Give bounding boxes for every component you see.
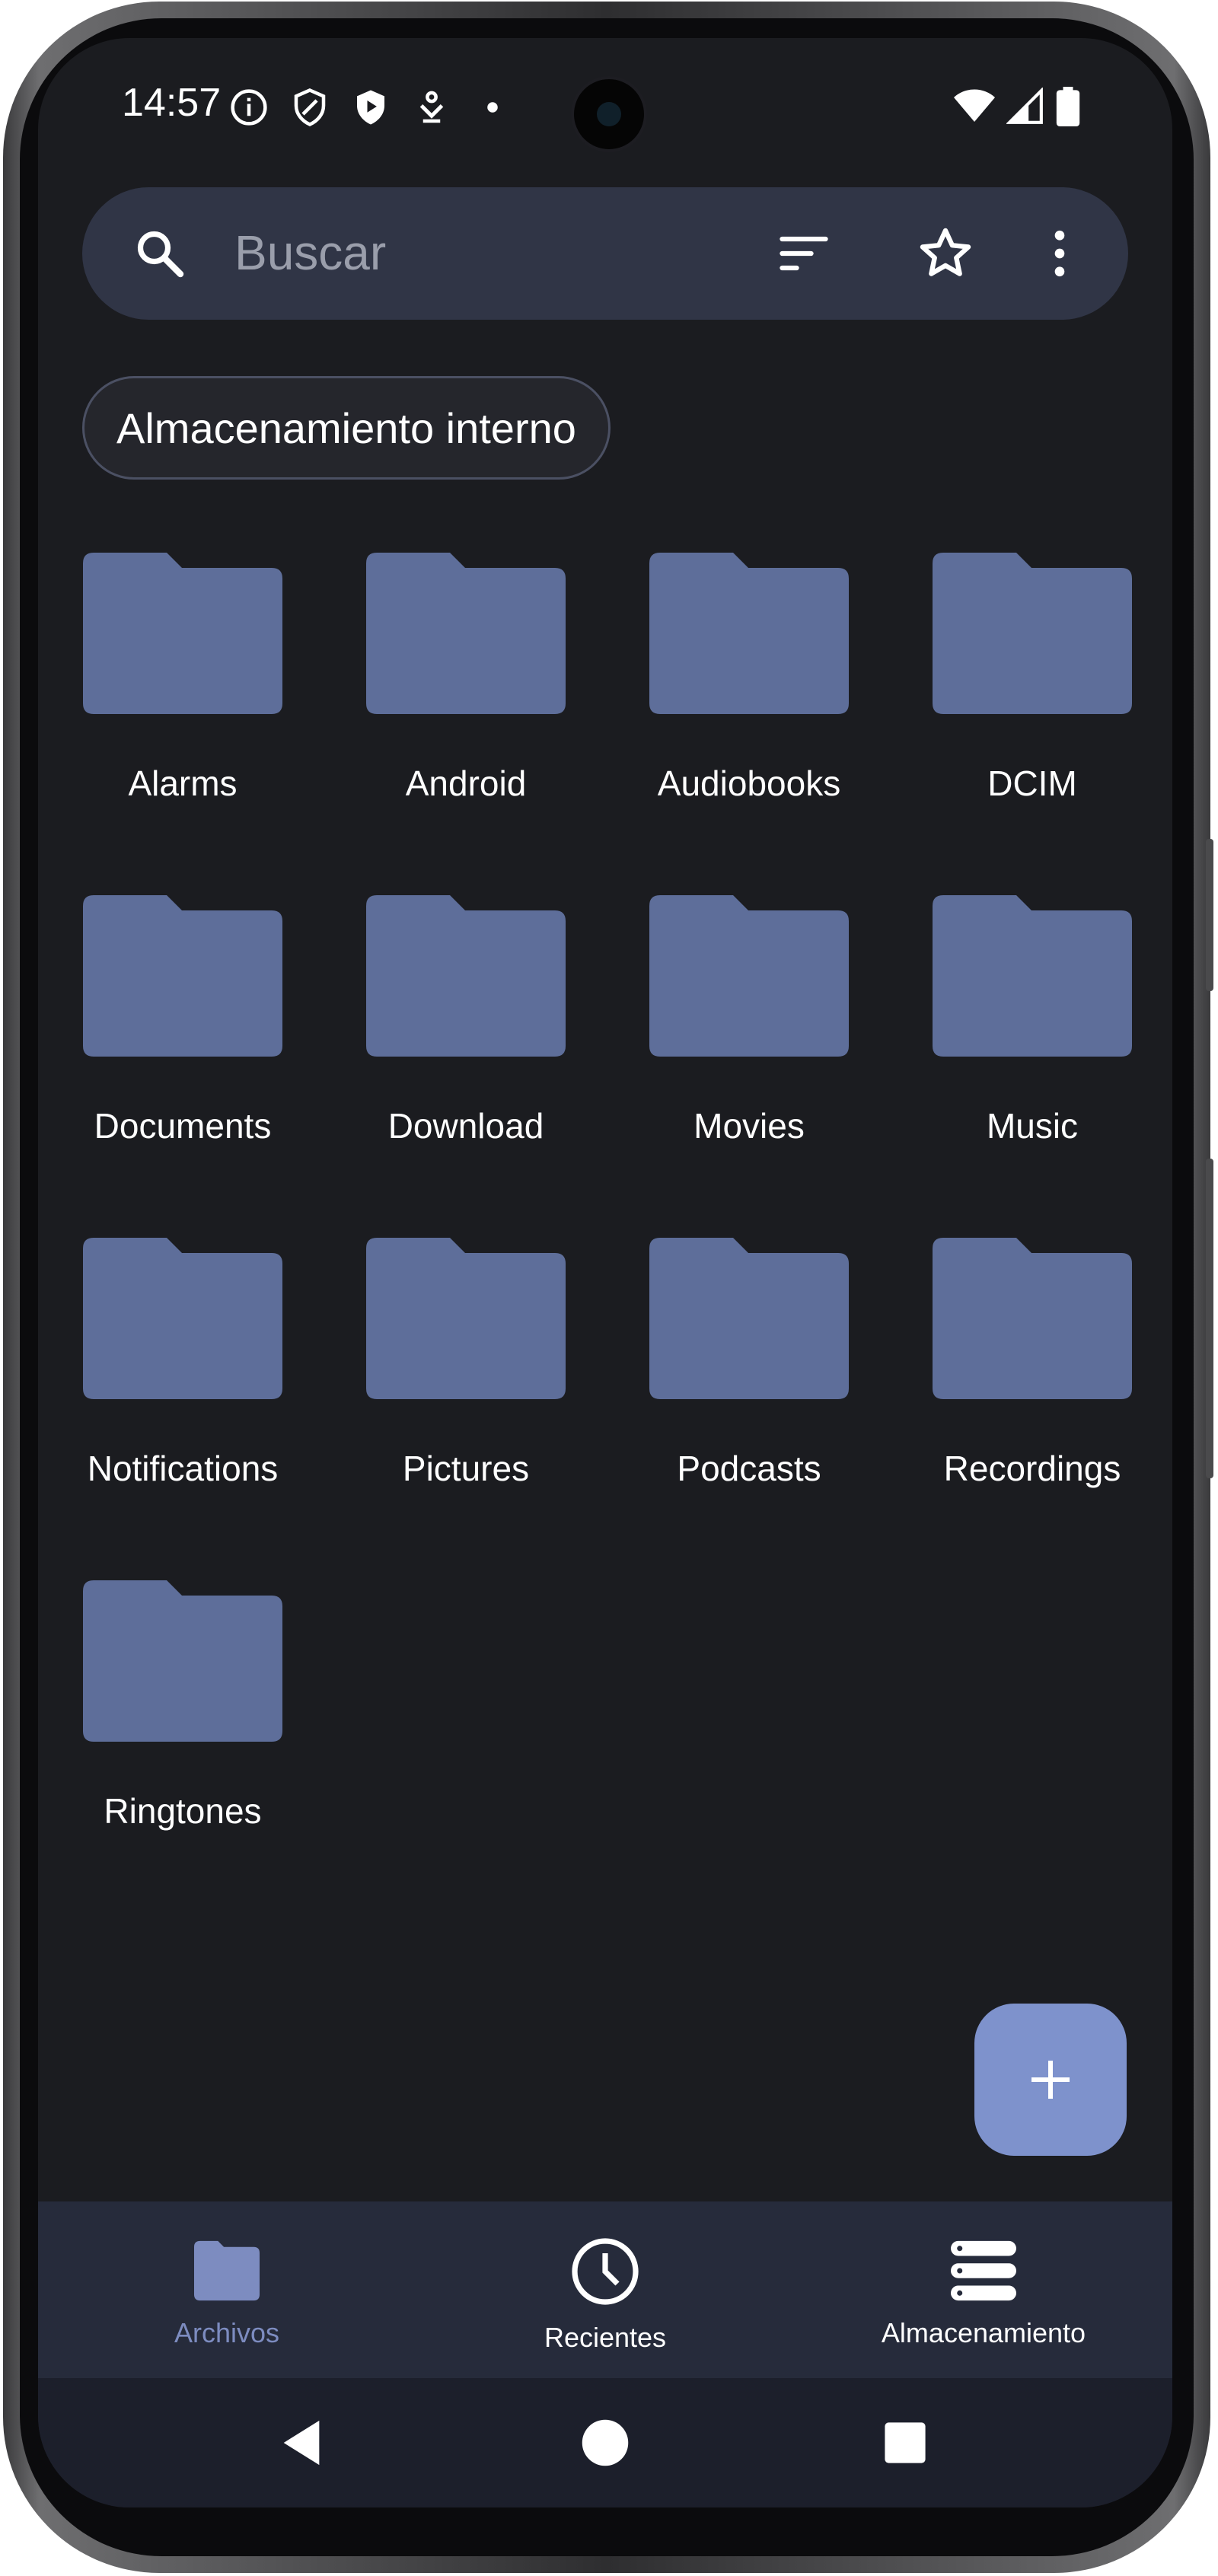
folder-label: Pictures [402, 1449, 530, 1488]
location-chip[interactable]: Almacenamiento interno [82, 376, 611, 480]
folder-icon [649, 1238, 849, 1399]
download-icon [419, 91, 444, 123]
folder-item[interactable]: Alarms [69, 553, 297, 857]
folder-icon [933, 1238, 1132, 1399]
folder-icon [83, 1580, 282, 1742]
more-icon[interactable] [1031, 225, 1089, 282]
signal-icon [1006, 88, 1043, 124]
back-icon[interactable] [275, 2416, 328, 2469]
folder-icon [933, 553, 1132, 714]
folder-label: Download [387, 1106, 544, 1146]
folder-item[interactable]: Podcasts [635, 1238, 863, 1542]
folder-label: Podcasts [677, 1449, 821, 1488]
play-shield-icon [357, 90, 384, 125]
folder-item[interactable]: Ringtones [69, 1580, 297, 1885]
folder-label: Ringtones [104, 1791, 262, 1831]
storage-icon [951, 2240, 1016, 2301]
home-icon[interactable] [580, 2418, 630, 2468]
folder-item[interactable]: Music [918, 895, 1146, 1200]
search-icon[interactable] [132, 226, 187, 281]
folder-icon [649, 553, 849, 714]
wifi-icon [954, 89, 995, 122]
folder-icon [83, 895, 282, 1057]
folder-icon [649, 895, 849, 1057]
folder-item[interactable]: Documents [69, 895, 297, 1200]
folder-label: Alarms [128, 764, 238, 803]
folder-item[interactable]: Android [352, 553, 580, 857]
folder-icon [933, 895, 1132, 1057]
clock-icon [572, 2238, 639, 2305]
folder-icon [366, 553, 566, 714]
recents-icon[interactable] [883, 2421, 927, 2465]
volume-button [1206, 839, 1213, 991]
folder-label: DCIM [987, 764, 1077, 803]
folder-label: Audiobooks [657, 764, 841, 803]
folder-label: Android [405, 764, 527, 803]
folder-label: Documents [94, 1106, 272, 1146]
sort-icon[interactable] [775, 225, 833, 282]
folder-item[interactable]: Pictures [352, 1238, 580, 1542]
folder-icon [366, 895, 566, 1057]
dot-icon [487, 102, 498, 113]
status-icons [228, 87, 513, 128]
folder-icon [83, 1238, 282, 1399]
folder-label: Movies [693, 1106, 805, 1146]
info-icon [231, 89, 267, 126]
bottom-navigation: Archivos Recientes Almacenamiento [38, 2201, 1172, 2378]
shield-icon [294, 88, 326, 126]
folder-icon [83, 553, 282, 714]
folder-item[interactable]: Movies [635, 895, 863, 1200]
front-camera [571, 76, 647, 152]
folder-label: Music [986, 1106, 1079, 1146]
search-input[interactable] [234, 216, 661, 289]
folder-label: Notifications [87, 1449, 279, 1488]
nav-item-almacenamiento[interactable]: Almacenamiento [816, 2201, 1151, 2378]
status-right-icons [953, 87, 1081, 126]
folder-item[interactable]: Audiobooks [635, 553, 863, 857]
nav-label-archivos: Archivos [174, 2317, 280, 2348]
screen: 14:57 Almacenamiento interno Alarms Andro… [38, 38, 1172, 2507]
add-fab-button[interactable] [974, 2004, 1127, 2156]
folder-icon [194, 2240, 260, 2301]
battery-icon [1056, 87, 1080, 126]
folder-icon [366, 1238, 566, 1399]
folder-item[interactable]: Notifications [69, 1238, 297, 1542]
folder-label: Recordings [943, 1449, 1121, 1488]
nav-label-recientes: Recientes [544, 2322, 667, 2353]
folder-item[interactable]: Recordings [918, 1238, 1146, 1542]
nav-item-recientes[interactable]: Recientes [438, 2201, 773, 2378]
nav-label-almacenamiento: Almacenamiento [881, 2317, 1086, 2348]
nav-item-archivos[interactable]: Archivos [59, 2201, 394, 2378]
system-navigation-bar [38, 2378, 1172, 2507]
star-icon[interactable] [917, 225, 974, 282]
power-button [1206, 1159, 1213, 1478]
folder-item[interactable]: DCIM [918, 553, 1146, 857]
folder-item[interactable]: Download [352, 895, 580, 1200]
plus-icon [1031, 2061, 1070, 2099]
status-time: 14:57 [122, 81, 222, 125]
search-bar[interactable] [82, 187, 1128, 320]
